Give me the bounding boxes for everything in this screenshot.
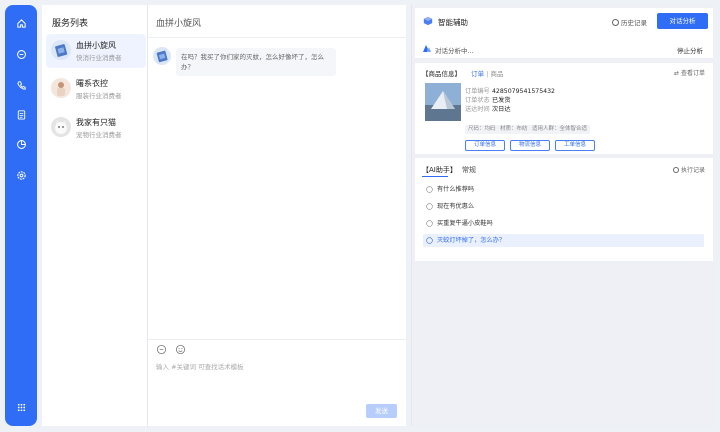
order-status: 已发货 bbox=[491, 97, 511, 104]
service-name: 血拼小旋风 bbox=[76, 41, 116, 50]
ticket-info-button[interactable]: 工单信息 bbox=[555, 140, 595, 151]
send-button[interactable]: 发送 bbox=[366, 404, 397, 418]
active-tab-indicator bbox=[422, 176, 448, 177]
avatar bbox=[51, 117, 71, 137]
service-list-panel: 服务列表 血拼小旋风 快消行业消费者 曙系衣控 服装行业消费者 我家有只猫 宠物… bbox=[42, 5, 148, 426]
cube-icon bbox=[423, 16, 433, 26]
chart-icon[interactable] bbox=[14, 137, 28, 151]
suggestion-item-highlighted[interactable]: 灭蚊灯坏掉了，怎么办？ bbox=[423, 234, 704, 247]
field-label: 订单状态 bbox=[465, 97, 490, 104]
avatar bbox=[153, 47, 171, 65]
field-label: 送达时间 bbox=[465, 106, 490, 113]
ai-tabs: 【AI助手】 常规 bbox=[422, 165, 476, 177]
service-list-title: 服务列表 bbox=[52, 19, 89, 29]
assistant-header: 智能辅助 历史记录 对话分析 对话分析中... 停止分析 bbox=[415, 8, 713, 58]
clipboard-icon[interactable] bbox=[14, 107, 28, 121]
divider bbox=[148, 37, 406, 38]
side-rail bbox=[5, 5, 37, 426]
service-list-item[interactable]: 血拼小旋风 快消行业消费者 bbox=[46, 34, 146, 68]
tab-order[interactable]: 订单 bbox=[471, 70, 484, 78]
avatar bbox=[51, 40, 71, 60]
service-subtitle: 服装行业消费者 bbox=[76, 92, 122, 100]
emoji-icon[interactable] bbox=[175, 344, 186, 355]
message-bubble: 在吗？我买了你们家的灭蚊，怎么好像坏了，怎么办？ bbox=[176, 48, 336, 76]
clock-icon bbox=[612, 19, 619, 26]
service-list-item[interactable]: 曙系衣控 服装行业消费者 bbox=[46, 72, 146, 106]
ai-assistant-card: 【AI助手】 常规 执行记录 有什么推荐吗 现在有优惠么 买重复牛逼小皮鞋吗 灭… bbox=[415, 158, 713, 261]
logistics-info-button[interactable]: 物流信息 bbox=[510, 140, 550, 151]
product-image bbox=[425, 83, 461, 121]
question-icon bbox=[426, 186, 433, 193]
question-icon bbox=[426, 220, 433, 227]
message-input[interactable]: 输入 #关键词 可查找话术模板 bbox=[156, 361, 244, 371]
suggestion-item[interactable]: 有什么推荐吗 bbox=[423, 183, 704, 196]
dialog-analysis-button[interactable]: 对话分析 bbox=[657, 13, 708, 29]
product-tag: 适用人群：全体智合适 bbox=[529, 125, 591, 134]
divider bbox=[148, 339, 406, 340]
stop-analysis-button[interactable]: 停止分析 bbox=[677, 45, 703, 55]
delivery-time: 次日达 bbox=[491, 106, 511, 113]
settings-icon[interactable] bbox=[14, 168, 28, 182]
assistant-panel: 智能辅助 历史记录 对话分析 对话分析中... 停止分析 【商品信息】 订单 |… bbox=[411, 5, 714, 426]
suggestion-item[interactable]: 买重复牛逼小皮鞋吗 bbox=[423, 217, 704, 230]
delivery-time-row: 送达时间 次日达 bbox=[465, 104, 511, 113]
service-name: 曙系衣控 bbox=[76, 79, 108, 88]
product-tag: 尺码：均码 bbox=[465, 125, 499, 134]
question-icon bbox=[426, 203, 433, 210]
service-name: 我家有只猫 bbox=[76, 118, 116, 127]
clock-icon bbox=[672, 167, 679, 173]
analysis-icon bbox=[422, 44, 432, 53]
order-info-button[interactable]: 订单信息 bbox=[465, 140, 505, 151]
analyzing-status: 对话分析中... bbox=[435, 47, 474, 55]
history-link[interactable]: 历史记录 bbox=[612, 17, 647, 27]
order-number: 4285079541575432 bbox=[491, 88, 555, 95]
assistant-title: 智能辅助 bbox=[438, 18, 468, 27]
order-card-header: 【商品信息】 订单 | 商品 bbox=[422, 70, 504, 78]
tab-product[interactable]: 商品 bbox=[491, 70, 504, 78]
product-tag: 材质：布纺 bbox=[497, 125, 531, 134]
question-icon bbox=[426, 237, 433, 244]
avatar bbox=[51, 78, 71, 98]
history-label: 历史记录 bbox=[621, 19, 647, 27]
suggestion-text: 灭蚊灯坏掉了，怎么办？ bbox=[437, 237, 506, 244]
execution-records-link[interactable]: 执行记录 bbox=[672, 165, 705, 174]
suggestion-text: 有什么推荐吗 bbox=[437, 186, 475, 193]
service-subtitle: 快消行业消费者 bbox=[76, 54, 122, 62]
order-card: 【商品信息】 订单 | 商品 ⇄ 查看订单 订单编号 4285079541575… bbox=[415, 63, 713, 154]
view-all-label: 查看订单 bbox=[680, 70, 705, 77]
order-status-row: 订单状态 已发货 bbox=[465, 95, 511, 104]
chat-panel: 血拼小旋风 在吗？我买了你们家的灭蚊，怎么好像坏了，怎么办？ 输入 #关键词 可… bbox=[148, 5, 406, 426]
exec-label: 执行记录 bbox=[680, 167, 705, 174]
order-card-title: 【商品信息】 bbox=[422, 70, 461, 78]
suggestion-text: 买重复牛逼小皮鞋吗 bbox=[437, 220, 493, 227]
service-list-item[interactable]: 我家有只猫 宠物行业消费者 bbox=[46, 111, 146, 145]
chat-title: 血拼小旋风 bbox=[156, 19, 202, 29]
suggestion-item[interactable]: 现在有优惠么 bbox=[423, 200, 704, 213]
suggestion-text: 现在有优惠么 bbox=[437, 203, 475, 210]
apps-icon[interactable] bbox=[14, 400, 28, 414]
field-label: 订单编号 bbox=[465, 88, 490, 95]
phone-icon[interactable] bbox=[14, 78, 28, 92]
view-all-orders-link[interactable]: ⇄ 查看订单 bbox=[674, 68, 705, 77]
message-icon[interactable] bbox=[14, 47, 28, 61]
tab-ai-assistant[interactable]: 【AI助手】 bbox=[422, 166, 457, 174]
tab-general[interactable]: 常规 bbox=[462, 165, 476, 175]
home-icon[interactable] bbox=[14, 16, 28, 30]
chat-bubble-icon[interactable] bbox=[156, 344, 167, 355]
order-number-row: 订单编号 4285079541575432 bbox=[465, 86, 555, 95]
service-subtitle: 宠物行业消费者 bbox=[76, 131, 122, 139]
